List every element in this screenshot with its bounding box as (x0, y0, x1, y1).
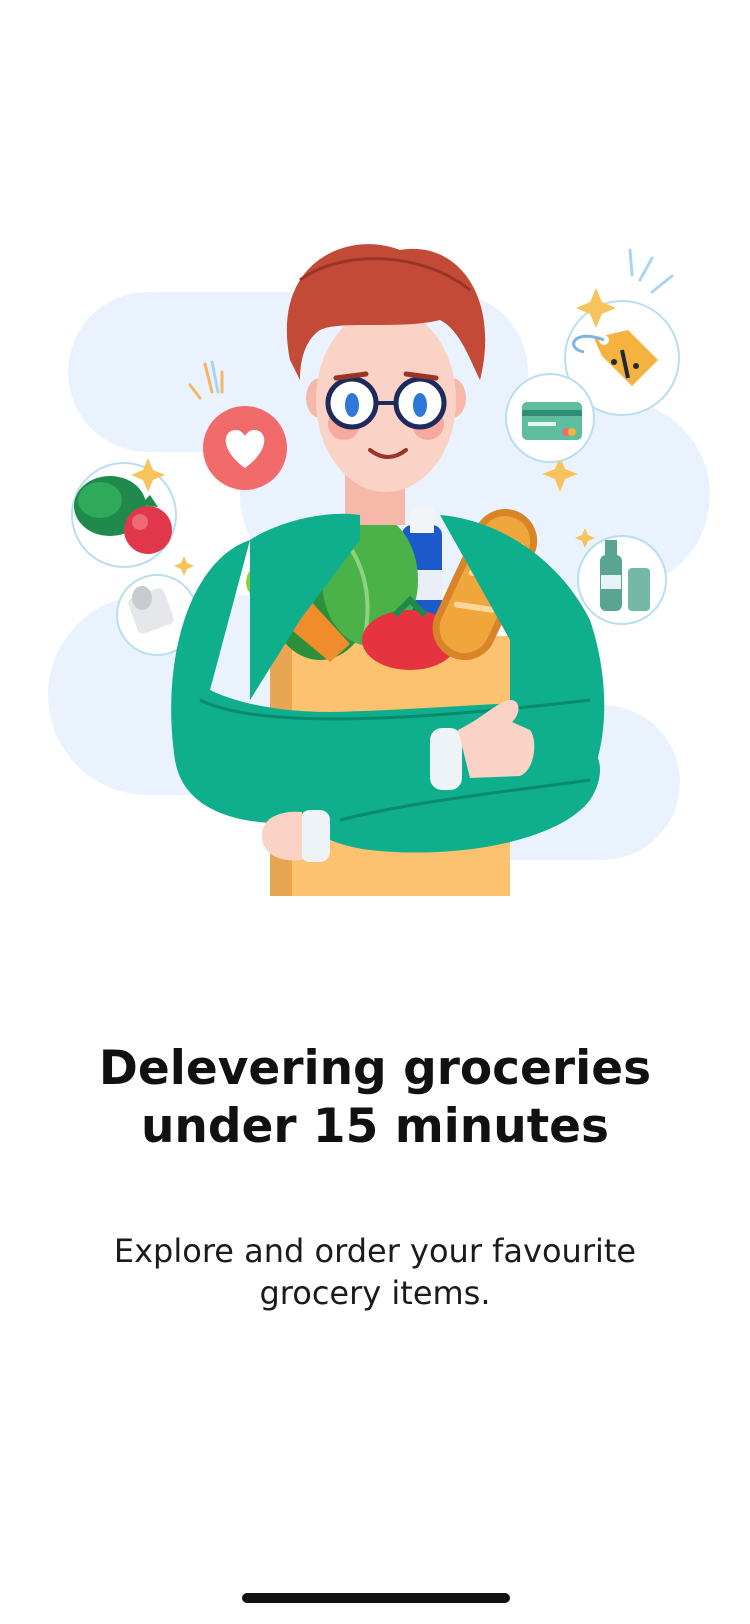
credit-card-bubble-icon (505, 373, 595, 463)
home-indicator[interactable] (242, 1593, 510, 1603)
subtitle-line: grocery items. (259, 1274, 491, 1312)
sparkle-lines-icon (628, 248, 674, 294)
title-line: under 15 minutes (140, 1099, 610, 1154)
subtitle-line: Explore and order your favourite (113, 1232, 637, 1270)
vegetables-bubble-icon (71, 462, 177, 568)
title-line: Delevering groceries (98, 1041, 652, 1096)
bottles-bubble-icon (577, 535, 667, 625)
onboarding-title: Delevering groceries under 15 minutes (0, 1040, 750, 1156)
onboarding-subtitle: Explore and order your favourite grocery… (0, 1230, 750, 1314)
grocery-man-illustration (48, 244, 710, 896)
